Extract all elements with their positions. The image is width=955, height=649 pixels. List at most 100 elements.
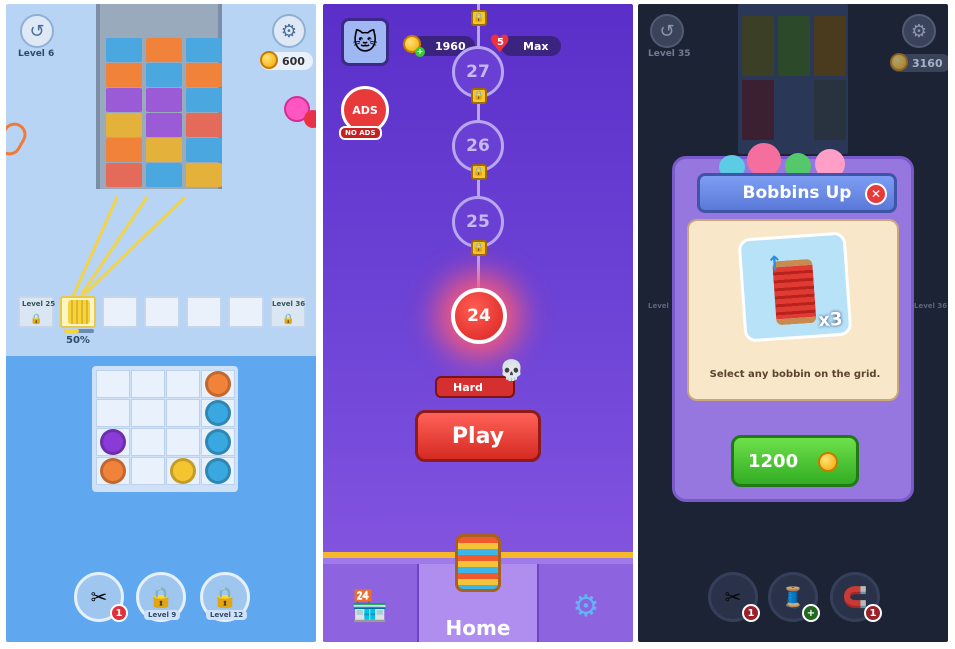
grid-cell[interactable]: [131, 370, 165, 398]
locked-slot-label: Level 25: [22, 300, 56, 308]
empty-slot[interactable]: [186, 296, 222, 328]
gear-icon: ⚙: [572, 588, 600, 624]
undo-icon: ↺: [659, 20, 675, 42]
knit-block: [106, 88, 142, 112]
booster-unlock-label: Level 9: [144, 610, 181, 620]
lock-icon: 🔒: [30, 314, 43, 325]
scissors-icon: ✂: [90, 585, 108, 609]
grid-cell[interactable]: [131, 457, 165, 485]
grid-cell[interactable]: [96, 399, 130, 427]
knit-block: [106, 163, 142, 187]
bobbins-up-dialog: Bobbins Up ✕ ↑ x3 Select any bobbin on t…: [672, 143, 914, 502]
spool-home-icon: [455, 534, 501, 592]
knit-block: [106, 63, 142, 87]
settings-button[interactable]: ⚙: [272, 14, 306, 48]
grid-cell[interactable]: [166, 370, 200, 398]
active-spool-slot[interactable]: [60, 296, 96, 328]
play-button[interactable]: Play: [415, 410, 541, 462]
lock-icon: 🔒: [471, 164, 487, 180]
knit-block: [146, 63, 182, 87]
coin-icon: [260, 51, 278, 69]
cat-avatar[interactable]: 🐱: [341, 18, 389, 66]
bobbin-stack[interactable]: [100, 429, 126, 455]
thread-line: [80, 196, 149, 296]
dimmed-knit: [778, 16, 810, 76]
yellow-spool-icon: [68, 300, 90, 324]
knit-block: [106, 138, 142, 162]
locked-slot-label: Level 36: [914, 302, 948, 310]
undo-icon: ↺: [29, 20, 45, 42]
dimmed-knit: [814, 80, 846, 140]
knit-block: [186, 163, 222, 187]
booster-unlock-label: Level 12: [206, 610, 248, 620]
knit-block: [186, 138, 222, 162]
knit-block: [146, 88, 182, 112]
grid-cell[interactable]: [166, 399, 200, 427]
booster-multiplier: x3: [817, 308, 844, 332]
undo-button[interactable]: ↺: [650, 14, 684, 48]
empty-slot[interactable]: [144, 296, 180, 328]
booster-count-badge: 1: [864, 604, 882, 622]
close-button[interactable]: ✕: [865, 183, 887, 205]
dimmed-knit: [742, 16, 774, 76]
level-map-screen: 🐱 ADS NO ADS 1960 + Max ♥ 5 🔒 27 🔒 26 🔒 …: [323, 4, 633, 642]
grid-cell[interactable]: [131, 399, 165, 427]
shop-icon: 🏪: [351, 588, 389, 624]
level-label: Level 35: [648, 49, 691, 59]
bobbin-stack[interactable]: [205, 458, 231, 484]
dimmed-knit: [814, 16, 846, 76]
nav-settings-button[interactable]: ⚙: [539, 564, 633, 642]
coin-icon: [890, 53, 908, 71]
grid-cell[interactable]: [96, 370, 130, 398]
progress-bar: [64, 329, 94, 333]
lives-label: Max: [523, 39, 549, 53]
knit-block: [146, 113, 182, 137]
knit-block: [186, 113, 222, 137]
dialog-content-panel: ↑ x3 Select any bobbin on the grid.: [687, 219, 899, 401]
grid-cell[interactable]: [131, 428, 165, 456]
lock-icon: 🔒: [471, 88, 487, 104]
lock-icon: 🔒: [471, 10, 487, 26]
undo-button[interactable]: ↺: [20, 14, 54, 48]
magnet-icon: 🧲: [842, 585, 868, 609]
locked-slot-label: Level 36: [272, 300, 306, 308]
knit-block: [186, 63, 222, 87]
add-booster-badge: +: [802, 604, 820, 622]
bobbin-stack[interactable]: [170, 458, 196, 484]
flaming-skull-icon: 💀: [499, 358, 524, 382]
settings-button[interactable]: ⚙: [902, 14, 936, 48]
current-level-node[interactable]: 24: [451, 288, 507, 344]
cat-avatar-icon: 🐱: [352, 28, 378, 56]
progress-fill: [64, 329, 79, 333]
booster-description: Select any bobbin on the grid.: [709, 369, 881, 380]
add-coins-icon[interactable]: +: [415, 47, 425, 57]
button-decoration-icon: [747, 143, 781, 177]
lock-icon: 🔒: [282, 314, 295, 325]
coin-amount: 3160: [912, 56, 943, 70]
knit-block: [186, 88, 222, 112]
knit-block: [146, 38, 182, 62]
booster-card: ↑ x3: [737, 231, 853, 343]
nav-shop-button[interactable]: 🏪: [323, 564, 419, 642]
knit-block: [186, 38, 222, 62]
bobbin-stack[interactable]: [205, 371, 231, 397]
difficulty-label: Hard: [453, 380, 483, 394]
lives-count: 5: [497, 37, 504, 48]
bobbin-stack[interactable]: [100, 458, 126, 484]
empty-slot[interactable]: [228, 296, 264, 328]
price-label: 1200: [748, 450, 799, 472]
progress-label: 50%: [66, 335, 90, 346]
gear-icon: ⚙: [280, 20, 298, 42]
coin-counter: 3160: [890, 53, 948, 72]
buy-booster-button[interactable]: 1200: [731, 435, 859, 487]
coin-counter: 600: [260, 51, 313, 70]
gear-icon: ⚙: [910, 20, 928, 42]
dimmed-knit: [742, 80, 774, 140]
grid-cell[interactable]: [166, 428, 200, 456]
booster-count-badge: 1: [742, 604, 760, 622]
lock-icon: 🔒: [148, 585, 174, 609]
empty-slot[interactable]: [102, 296, 138, 328]
bobbin-stack[interactable]: [205, 400, 231, 426]
button-decoration-icon: [304, 110, 316, 128]
bobbin-stack[interactable]: [205, 429, 231, 455]
